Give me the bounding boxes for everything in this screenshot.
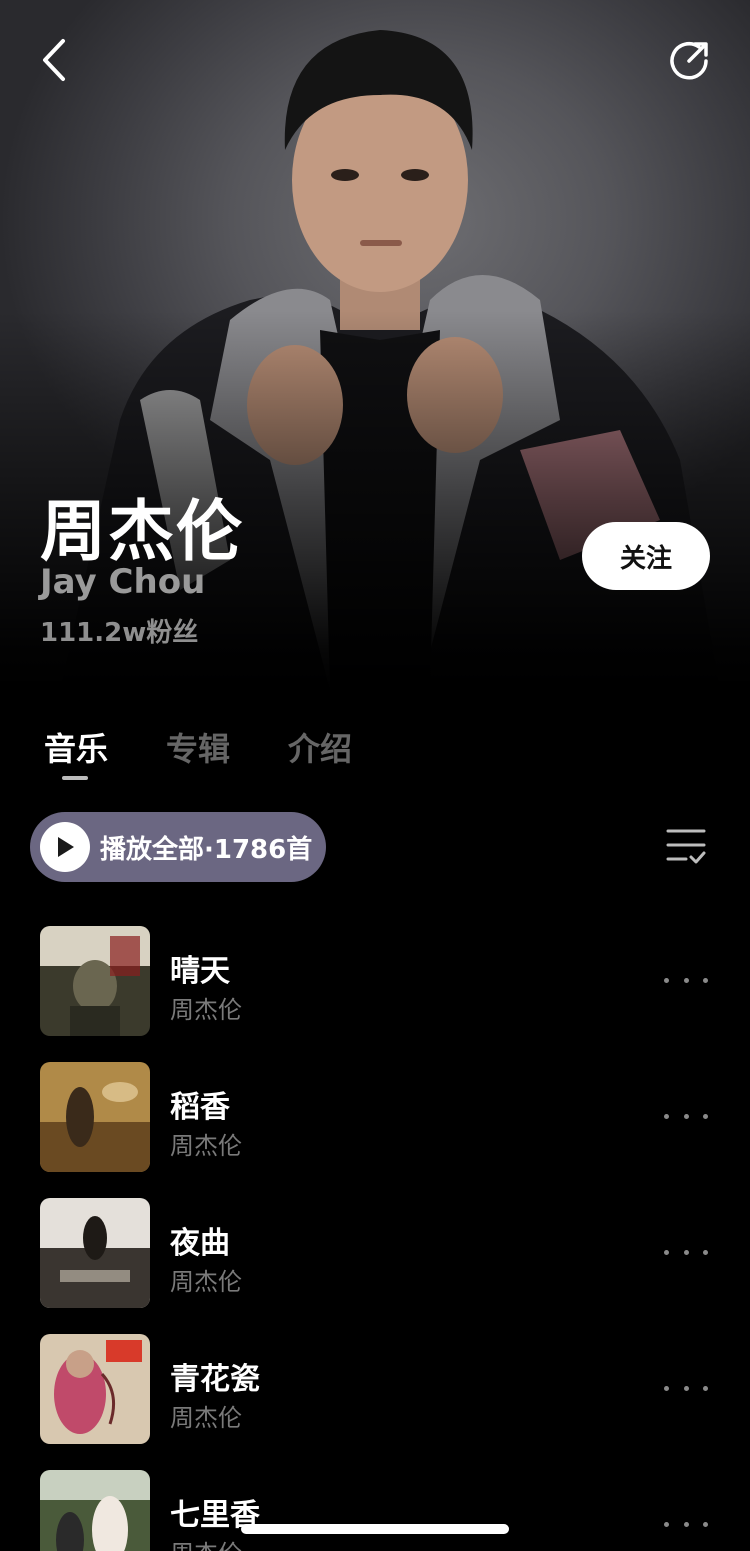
album-cover [40, 1470, 150, 1551]
more-options-icon[interactable] [664, 970, 708, 990]
share-icon [670, 42, 708, 80]
album-cover [40, 1062, 150, 1172]
tab-music[interactable]: 音乐 [44, 724, 108, 770]
tab-albums[interactable]: 专辑 [166, 724, 230, 770]
song-title: 夜曲 [170, 1226, 230, 1261]
more-options-icon[interactable] [664, 1514, 708, 1534]
share-button[interactable] [664, 34, 716, 86]
album-cover [40, 1334, 150, 1444]
album-cover [40, 926, 150, 1036]
chevron-left-icon [43, 39, 65, 81]
song-row[interactable]: 晴天 周杰伦 [0, 926, 750, 1062]
active-tab-indicator [62, 776, 88, 780]
list-check-icon [666, 829, 706, 864]
play-all-button[interactable]: 播放全部·1786首 [30, 812, 326, 882]
song-list: 晴天 周杰伦 稻香 周杰伦 夜曲 周杰伦 青花瓷 周杰伦 七里香 [0, 926, 750, 1551]
song-title: 青花瓷 [170, 1362, 260, 1397]
song-title: 晴天 [170, 954, 230, 989]
song-title: 稻香 [170, 1090, 230, 1125]
home-indicator [241, 1524, 509, 1534]
fan-count: 111.2w粉丝 [40, 618, 199, 648]
tab-intro[interactable]: 介绍 [288, 724, 352, 770]
more-options-icon[interactable] [664, 1378, 708, 1398]
multi-select-button[interactable] [664, 826, 708, 868]
song-artist: 周杰伦 [170, 1534, 242, 1551]
song-artist: 周杰伦 [170, 1132, 242, 1160]
play-icon [40, 822, 90, 872]
follow-button[interactable]: 关注 [582, 522, 710, 590]
more-options-icon[interactable] [664, 1242, 708, 1262]
more-options-icon[interactable] [664, 1106, 708, 1126]
song-artist: 周杰伦 [170, 1268, 242, 1296]
back-button[interactable] [28, 34, 80, 86]
play-all-label: 播放全部·1786首 [100, 834, 313, 865]
song-artist: 周杰伦 [170, 1404, 242, 1432]
song-row[interactable]: 夜曲 周杰伦 [0, 1198, 750, 1334]
artist-name: 周杰伦 [40, 493, 244, 570]
album-cover [40, 1198, 150, 1308]
artist-hero: 周杰伦 Jay Chou 111.2w粉丝 关注 [0, 0, 750, 690]
artist-english-name: Jay Chou [40, 562, 206, 602]
tab-bar: 音乐 专辑 介绍 [44, 724, 352, 770]
song-row[interactable]: 青花瓷 周杰伦 [0, 1334, 750, 1470]
song-row[interactable]: 七里香 周杰伦 [0, 1470, 750, 1551]
song-row[interactable]: 稻香 周杰伦 [0, 1062, 750, 1198]
song-artist: 周杰伦 [170, 996, 242, 1024]
